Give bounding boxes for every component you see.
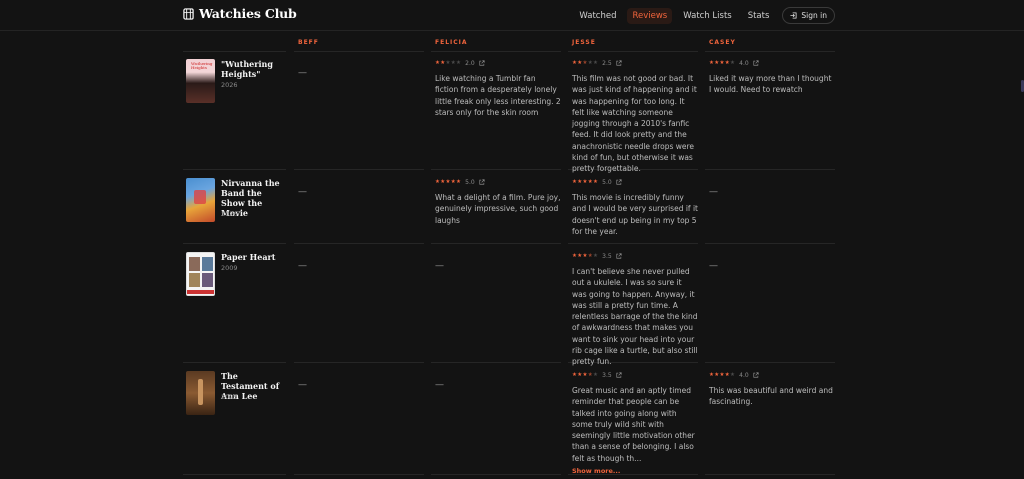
column-header-casey: CASEY — [709, 39, 736, 46]
film-title[interactable]: "Wuthering Heights" — [221, 59, 285, 79]
rating-score: 3.5 — [602, 371, 612, 379]
app-title: Watchies Club — [199, 6, 297, 21]
nav-reviews[interactable]: Reviews — [627, 7, 673, 24]
review-text: I can't believe she never pulled out a u… — [572, 267, 698, 366]
poster-image[interactable]: Wuthering Heights — [186, 59, 215, 103]
app-logo[interactable]: Watchies Club — [183, 6, 297, 21]
rating-score: 2.5 — [602, 59, 612, 67]
external-link-icon[interactable] — [753, 60, 759, 66]
review-cell-jesse: ★★★★★ 3.5 Great music and an aptly timed … — [572, 371, 698, 475]
review-cell-beff: — — [298, 68, 307, 78]
film-title[interactable]: Paper Heart — [221, 252, 285, 262]
review-cell-casey: ★★★★★ 4.0 This was beautiful and weird an… — [709, 371, 835, 408]
row-divider — [431, 243, 561, 244]
row-divider — [705, 51, 835, 52]
star-rating: ★★★★★ — [435, 179, 462, 185]
film-year: 2009 — [221, 264, 238, 272]
rating-score: 5.0 — [465, 178, 475, 186]
star-rating: ★★★★★ — [572, 179, 599, 185]
external-link-icon[interactable] — [616, 253, 622, 259]
column-header-beff: BEFF — [298, 39, 319, 46]
film-year: 2026 — [221, 81, 238, 89]
poster-image[interactable] — [186, 252, 215, 296]
review-text: Liked it way more than I thought I would… — [709, 74, 832, 95]
row-divider — [294, 243, 424, 244]
row-divider — [705, 169, 835, 170]
external-link-icon[interactable] — [616, 60, 622, 66]
row-divider — [183, 362, 286, 363]
row-divider — [431, 362, 561, 363]
review-text: Great music and an aptly timed reminder … — [572, 386, 695, 463]
review-text: What a delight of a film. Pure joy, genu… — [435, 193, 561, 225]
review-cell-felicia: ★★★★★ 2.0 Like watching a Tumblr fan fict… — [435, 59, 561, 118]
external-link-icon[interactable] — [616, 179, 622, 185]
column-header-felicia: FELICIA — [435, 39, 468, 46]
review-text: This film was not good or bad. It was ju… — [572, 74, 697, 173]
row-divider — [294, 474, 424, 475]
external-link-icon[interactable] — [616, 372, 622, 378]
review-text: Like watching a Tumblr fan fiction from … — [435, 74, 561, 117]
review-cell-felicia: ★★★★★ 5.0 What a delight of a film. Pure … — [435, 178, 561, 226]
row-divider — [183, 51, 286, 52]
row-divider — [431, 51, 561, 52]
review-cell-felicia: — — [435, 261, 444, 271]
star-rating: ★★★★★ — [572, 253, 599, 259]
nav-watched[interactable]: Watched — [574, 8, 621, 24]
star-rating: ★★★★★ — [572, 60, 599, 66]
show-more-link[interactable]: Show more... — [572, 467, 698, 475]
review-cell-casey: — — [709, 261, 718, 271]
sign-in-icon — [790, 12, 797, 19]
poster-image[interactable] — [186, 178, 215, 222]
star-rating: ★★★★★ — [572, 372, 599, 378]
star-rating: ★★★★★ — [435, 60, 462, 66]
review-cell-casey: ★★★★★ 4.0 Liked it way more than I though… — [709, 59, 835, 96]
review-cell-casey: — — [709, 187, 718, 197]
external-link-icon[interactable] — [753, 372, 759, 378]
review-cell-felicia: — — [435, 380, 444, 390]
top-nav-bar: Watchies Club Watched Reviews Watch List… — [0, 0, 1024, 31]
row-divider — [568, 243, 698, 244]
external-link-icon[interactable] — [479, 179, 485, 185]
nav-stats[interactable]: Stats — [743, 8, 775, 24]
row-divider — [705, 243, 835, 244]
row-divider — [294, 169, 424, 170]
rating-score: 2.0 — [465, 59, 475, 67]
review-cell-beff: — — [298, 187, 307, 197]
row-divider — [431, 169, 561, 170]
row-divider — [705, 474, 835, 475]
poster-image[interactable] — [186, 371, 215, 415]
review-text: This was beautiful and weird and fascina… — [709, 386, 833, 407]
row-divider — [183, 474, 286, 475]
rating-score: 4.0 — [739, 371, 749, 379]
rating-score: 5.0 — [602, 178, 612, 186]
film-year: 2026 — [221, 210, 238, 218]
row-divider — [183, 169, 286, 170]
row-divider — [294, 51, 424, 52]
review-cell-jesse: ★★★★★ 3.5 I can't believe she never pulle… — [572, 252, 698, 367]
column-header-jesse: JESSE — [572, 39, 596, 46]
review-cell-jesse: ★★★★★ 2.5 This film was not good or bad. … — [572, 59, 698, 174]
row-divider — [431, 474, 561, 475]
main-nav: Watched Reviews Watch Lists Stats Sign i… — [574, 7, 835, 24]
review-cell-jesse: ★★★★★ 5.0 This movie is incredibly funny … — [572, 178, 698, 237]
film-year: 2025 — [221, 393, 238, 401]
row-divider — [705, 362, 835, 363]
row-divider — [183, 243, 286, 244]
nav-watch-lists[interactable]: Watch Lists — [678, 8, 736, 24]
sign-in-label: Sign in — [801, 11, 827, 20]
row-divider — [568, 51, 698, 52]
film-reel-icon — [183, 7, 194, 20]
rating-score: 3.5 — [602, 252, 612, 260]
review-cell-beff: — — [298, 380, 307, 390]
rating-score: 4.0 — [739, 59, 749, 67]
star-rating: ★★★★★ — [709, 372, 736, 378]
sign-in-button[interactable]: Sign in — [782, 7, 835, 24]
star-rating: ★★★★★ — [709, 60, 736, 66]
review-text: This movie is incredibly funny and I wou… — [572, 193, 698, 236]
row-divider — [294, 362, 424, 363]
external-link-icon[interactable] — [479, 60, 485, 66]
review-cell-beff: — — [298, 261, 307, 271]
